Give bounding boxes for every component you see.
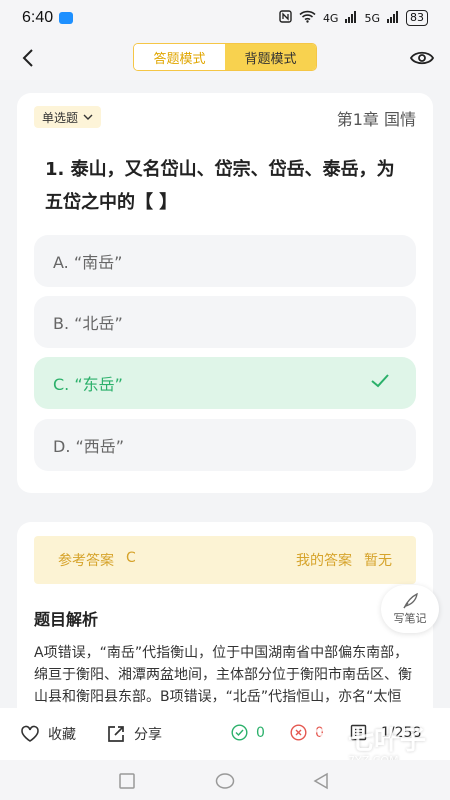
- option-c[interactable]: C. “东岳”: [34, 357, 416, 409]
- share-button[interactable]: 分享: [106, 724, 162, 744]
- tab-recite-mode[interactable]: 背题模式: [225, 44, 316, 70]
- chevron-left-icon: [22, 49, 33, 67]
- question-card: 单选题 第1章 国情 1. 泰山，又名岱山、岱宗、岱岳、泰岳，为五岱之中的【 】…: [17, 93, 433, 493]
- back-button[interactable]: [14, 44, 42, 72]
- check-icon: [371, 374, 389, 388]
- battery-icon: 83: [406, 10, 428, 26]
- chapter-label: 第1章 国情: [336, 110, 416, 129]
- write-note-button[interactable]: 写笔记: [381, 585, 439, 633]
- home-icon[interactable]: [215, 772, 235, 790]
- system-navigation-bar: [0, 760, 450, 800]
- write-note-label: 写笔记: [393, 612, 427, 625]
- option-label: D. “西岳”: [53, 437, 125, 456]
- tab-answer-mode[interactable]: 答题模式: [134, 44, 225, 70]
- signal-4g-label: 4G: [322, 11, 339, 25]
- top-nav: 答题模式 背题模式: [0, 36, 450, 80]
- correct-count-value: 0: [256, 724, 265, 741]
- favorite-label: 收藏: [48, 727, 76, 743]
- signal-5g-label: 5G: [364, 11, 380, 25]
- favorite-button[interactable]: 收藏: [20, 724, 76, 744]
- signal-icon: [345, 10, 357, 26]
- nfc-icon: [279, 10, 292, 26]
- mode-toggle: 答题模式 背题模式: [133, 43, 317, 71]
- answer-card: 参考答案 C 我的答案 暂无 题目解析 A项错误，“南岳”代指衡山，位于中国湖南…: [17, 522, 433, 722]
- reference-answer-value: C: [126, 550, 136, 566]
- reference-answer-label: 参考答案: [58, 553, 114, 569]
- option-d[interactable]: D. “西岳”: [34, 419, 416, 471]
- option-label: A. “南岳”: [53, 253, 123, 272]
- reference-answer: 参考答案 C: [58, 550, 136, 570]
- message-notification-icon: [59, 12, 74, 24]
- analysis-title: 题目解析: [34, 610, 99, 629]
- answer-box: 参考答案 C 我的答案 暂无: [34, 536, 416, 584]
- option-label: C. “东岳”: [53, 375, 123, 394]
- correct-count: 0: [231, 724, 265, 741]
- wifi-icon: [299, 10, 316, 26]
- watermark-text: 七叶子: [348, 725, 427, 756]
- my-answer-value: 暂无: [364, 553, 392, 569]
- signal-icon-2: [387, 10, 399, 26]
- eye-icon: [410, 51, 434, 65]
- my-answer: 我的答案 暂无: [296, 550, 392, 570]
- question-type-label: 单选题: [42, 110, 79, 125]
- feather-pen-icon: [403, 592, 418, 609]
- chevron-down-icon: [83, 114, 93, 120]
- question-text: 1. 泰山，又名岱山、岱宗、岱岳、泰岳，为五岱之中的【 】: [45, 159, 395, 213]
- recent-apps-icon[interactable]: [118, 772, 136, 790]
- option-a[interactable]: A. “南岳”: [34, 235, 416, 287]
- status-time: 6:40: [22, 9, 54, 26]
- eye-toggle-button[interactable]: [408, 44, 436, 72]
- option-label: B. “北岳”: [53, 314, 123, 333]
- my-answer-label: 我的答案: [296, 553, 352, 569]
- share-icon: [108, 726, 124, 742]
- check-circle-icon: [231, 724, 248, 741]
- status-bar: 6:40 4G 5G 83: [0, 0, 450, 36]
- option-b[interactable]: B. “北岳”: [34, 296, 416, 348]
- back-triangle-icon[interactable]: [312, 772, 330, 790]
- question-type-dropdown[interactable]: 单选题: [34, 106, 102, 128]
- share-label: 分享: [134, 727, 162, 743]
- heart-icon: [21, 725, 39, 742]
- status-icons: 4G 5G 83: [279, 10, 428, 26]
